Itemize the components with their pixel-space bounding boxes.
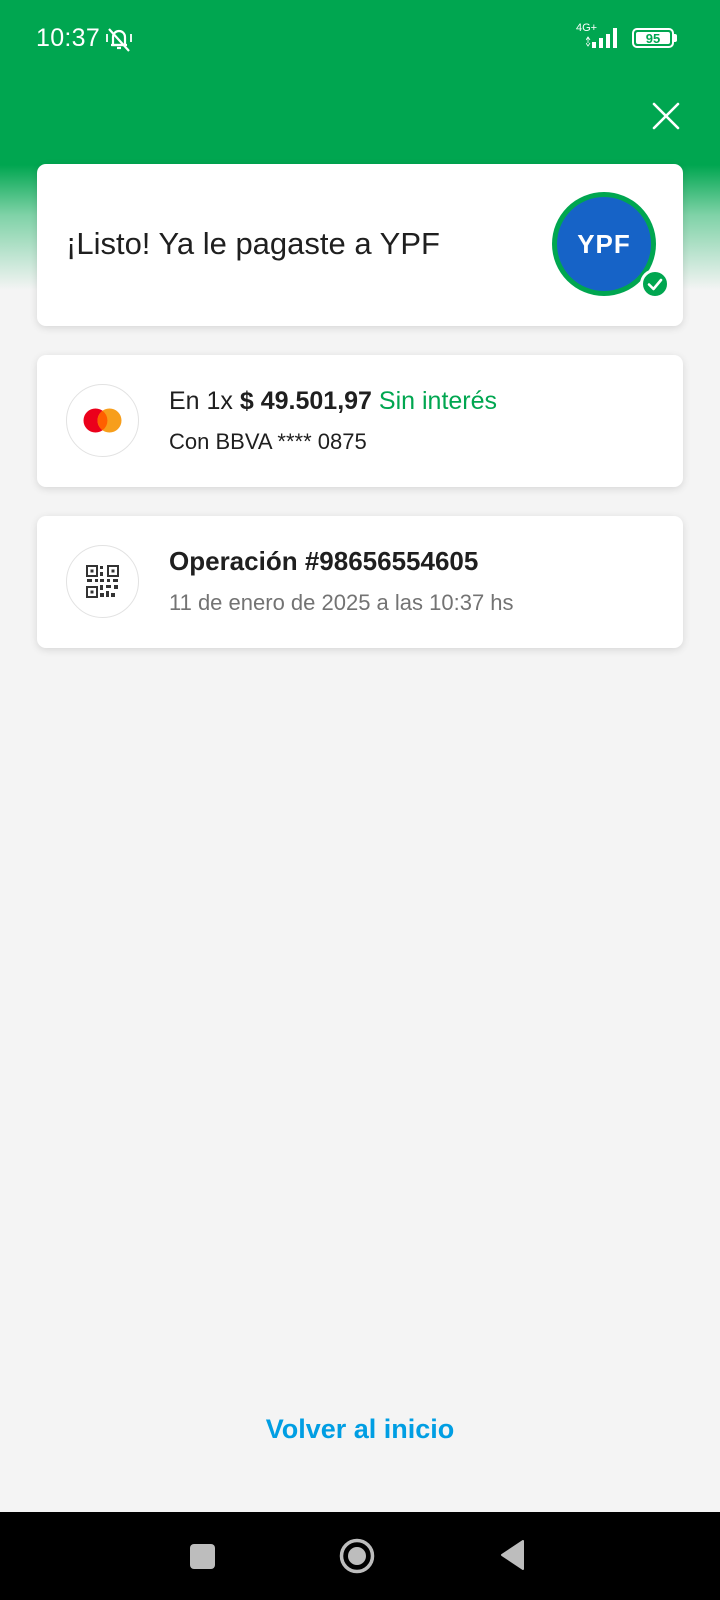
qr-code-icon	[66, 545, 139, 618]
payment-amount: $ 49.501,97	[239, 387, 372, 415]
installments: En 1x	[169, 387, 233, 415]
battery-level: 95	[636, 32, 670, 45]
operation-title: Operación #98656554605	[169, 546, 479, 576]
triangle-back-icon[interactable]	[499, 1539, 525, 1571]
payment-card: En 1x $ 49.501,97 Sin interés Con BBVA *…	[37, 355, 683, 487]
mute-icon	[106, 28, 132, 52]
success-card: ¡Listo! Ya le pagaste a YPF YPF	[37, 164, 683, 326]
success-title: ¡Listo! Ya le pagaste a YPF	[66, 226, 440, 261]
card-info: Con BBVA **** 0875	[169, 429, 367, 454]
status-time: 10:37	[36, 24, 101, 52]
battery-tip	[674, 34, 677, 42]
signal-icon	[586, 28, 617, 48]
check-icon	[640, 269, 670, 299]
payment-summary: En 1x $ 49.501,97 Sin interés	[169, 387, 497, 416]
battery-icon: 95	[632, 28, 674, 48]
merchant-logo: YPF	[552, 192, 670, 299]
close-icon[interactable]	[644, 94, 688, 138]
system-nav-bar	[0, 1512, 720, 1600]
back-to-home-link[interactable]: Volver al inicio	[0, 1414, 720, 1445]
status-bar: 10:37 4G+ 95	[0, 0, 720, 78]
merchant-logo-text: YPF	[557, 197, 651, 291]
operation-datetime: 11 de enero de 2025 a las 10:37 hs	[169, 590, 514, 615]
mastercard-icon	[66, 384, 139, 457]
interest-label: Sin interés	[378, 387, 498, 415]
operation-card: Operación #98656554605 11 de enero de 20…	[37, 516, 683, 648]
circle-icon[interactable]	[339, 1538, 375, 1574]
square-icon[interactable]	[190, 1544, 215, 1569]
